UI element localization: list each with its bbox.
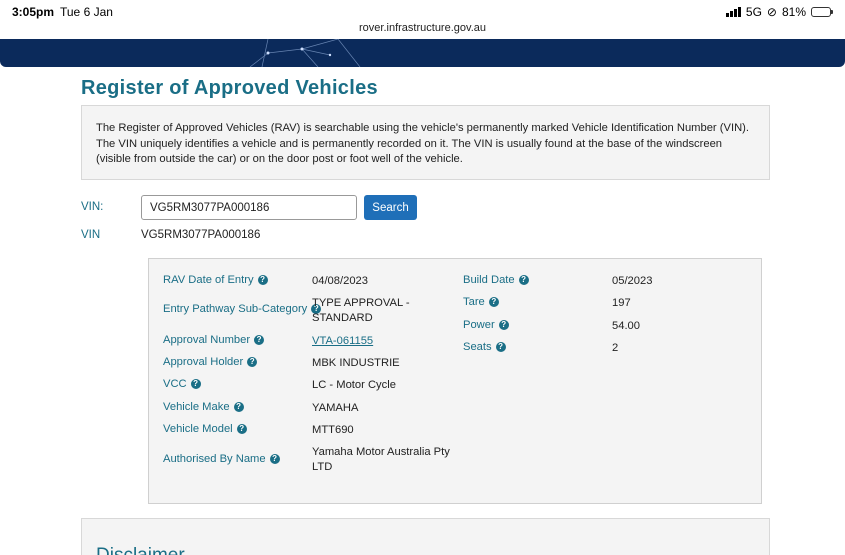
status-right: 5G ⊘ 81% bbox=[725, 5, 833, 19]
approval-number-link[interactable]: VTA-061155 bbox=[312, 334, 373, 349]
network-label: 5G bbox=[745, 5, 762, 19]
detail-label-vehicle-make: Vehicle Make? bbox=[163, 401, 244, 413]
help-icon[interactable]: ? bbox=[190, 379, 201, 389]
detail-label-text: Seats bbox=[463, 341, 492, 353]
detail-label-text: Approval Number bbox=[163, 334, 251, 346]
battery-icon bbox=[811, 7, 833, 17]
detail-label-text: RAV Date of Entry bbox=[163, 274, 254, 286]
help-icon[interactable]: ? bbox=[518, 275, 529, 285]
help-icon[interactable]: ? bbox=[488, 297, 499, 307]
detail-value-entry-pathway: TYPE APPROVAL - STANDARD bbox=[312, 297, 410, 324]
vin-search-label: VIN: bbox=[81, 201, 104, 213]
vehicle-details-panel: RAV Date of Entry? 04/08/2023 Entry Path… bbox=[148, 258, 762, 504]
help-icon[interactable]: ? bbox=[495, 342, 506, 352]
status-bar: 3:05pm Tue 6 Jan 5G ⊘ 81% bbox=[0, 0, 845, 22]
detail-label-text: Vehicle Make bbox=[163, 401, 230, 413]
help-icon[interactable]: ? bbox=[233, 402, 244, 412]
vin-search-input[interactable] bbox=[141, 195, 357, 220]
detail-label-power: Power? bbox=[463, 319, 509, 331]
detail-label-text: Entry Pathway Sub-Category bbox=[163, 303, 308, 315]
detail-value-power: 54.00 bbox=[612, 320, 640, 332]
detail-value-vehicle-model: MTT690 bbox=[312, 424, 354, 436]
detail-label-rav-date: RAV Date of Entry? bbox=[163, 274, 268, 286]
detail-value-authorised-by: Yamaha Motor Australia Pty LTD bbox=[312, 446, 450, 473]
detail-value-build-date: 05/2023 bbox=[612, 275, 653, 287]
status-date: Tue 6 Jan bbox=[60, 5, 113, 19]
url-bar[interactable]: rover.infrastructure.gov.au bbox=[0, 22, 845, 39]
help-icon[interactable]: ? bbox=[247, 357, 258, 367]
detail-label-text: Authorised By Name bbox=[163, 453, 266, 465]
orientation-lock-icon: ⊘ bbox=[766, 5, 777, 19]
detail-value-approval-holder: MBK INDUSTRIE bbox=[312, 357, 400, 369]
result-vin-value: VG5RM3077PA000186 bbox=[141, 229, 261, 241]
detail-value-vehicle-make: YAMAHA bbox=[312, 402, 359, 414]
detail-label-text: Tare bbox=[463, 296, 485, 308]
detail-label-text: Vehicle Model bbox=[163, 423, 233, 435]
detail-value-rav-date: 04/08/2023 bbox=[312, 275, 368, 287]
help-icon[interactable]: ? bbox=[498, 320, 509, 330]
page-title: Register of Approved Vehicles bbox=[81, 77, 378, 99]
disclaimer-panel: Disclaimer bbox=[81, 518, 770, 555]
detail-value-tare: 197 bbox=[612, 297, 631, 309]
help-icon[interactable]: ? bbox=[269, 454, 280, 464]
help-icon[interactable]: ? bbox=[257, 275, 268, 285]
signal-icon bbox=[725, 7, 741, 17]
detail-label-tare: Tare? bbox=[463, 296, 499, 308]
help-icon[interactable]: ? bbox=[254, 335, 265, 345]
help-icon[interactable]: ? bbox=[236, 424, 247, 434]
detail-label-vcc: VCC? bbox=[163, 378, 201, 390]
intro-text: The Register of Approved Vehicles (RAV) … bbox=[96, 122, 749, 165]
detail-label-build-date: Build Date? bbox=[463, 274, 529, 286]
detail-value-vcc: LC - Motor Cycle bbox=[312, 379, 396, 391]
detail-label-approval-number: Approval Number? bbox=[163, 334, 265, 346]
status-time: 3:05pm bbox=[12, 5, 55, 19]
intro-panel: The Register of Approved Vehicles (RAV) … bbox=[81, 105, 770, 180]
battery-percent: 81% bbox=[781, 5, 806, 19]
detail-label-authorised-by: Authorised By Name? bbox=[163, 453, 280, 465]
detail-label-seats: Seats? bbox=[463, 341, 506, 353]
detail-label-vehicle-model: Vehicle Model? bbox=[163, 423, 247, 435]
detail-label-text: VCC bbox=[163, 378, 187, 390]
network-graphic bbox=[249, 39, 361, 67]
detail-label-text: Power bbox=[463, 319, 495, 331]
search-button[interactable]: Search bbox=[364, 195, 417, 220]
detail-label-entry-pathway: Entry Pathway Sub-Category? bbox=[163, 303, 322, 315]
site-banner bbox=[0, 39, 845, 67]
result-vin-label: VIN bbox=[81, 229, 101, 241]
detail-label-text: Approval Holder bbox=[163, 356, 244, 368]
detail-value-seats: 2 bbox=[612, 342, 619, 354]
detail-label-text: Build Date bbox=[463, 274, 515, 286]
disclaimer-title: Disclaimer bbox=[96, 545, 185, 555]
detail-label-approval-holder: Approval Holder? bbox=[163, 356, 258, 368]
